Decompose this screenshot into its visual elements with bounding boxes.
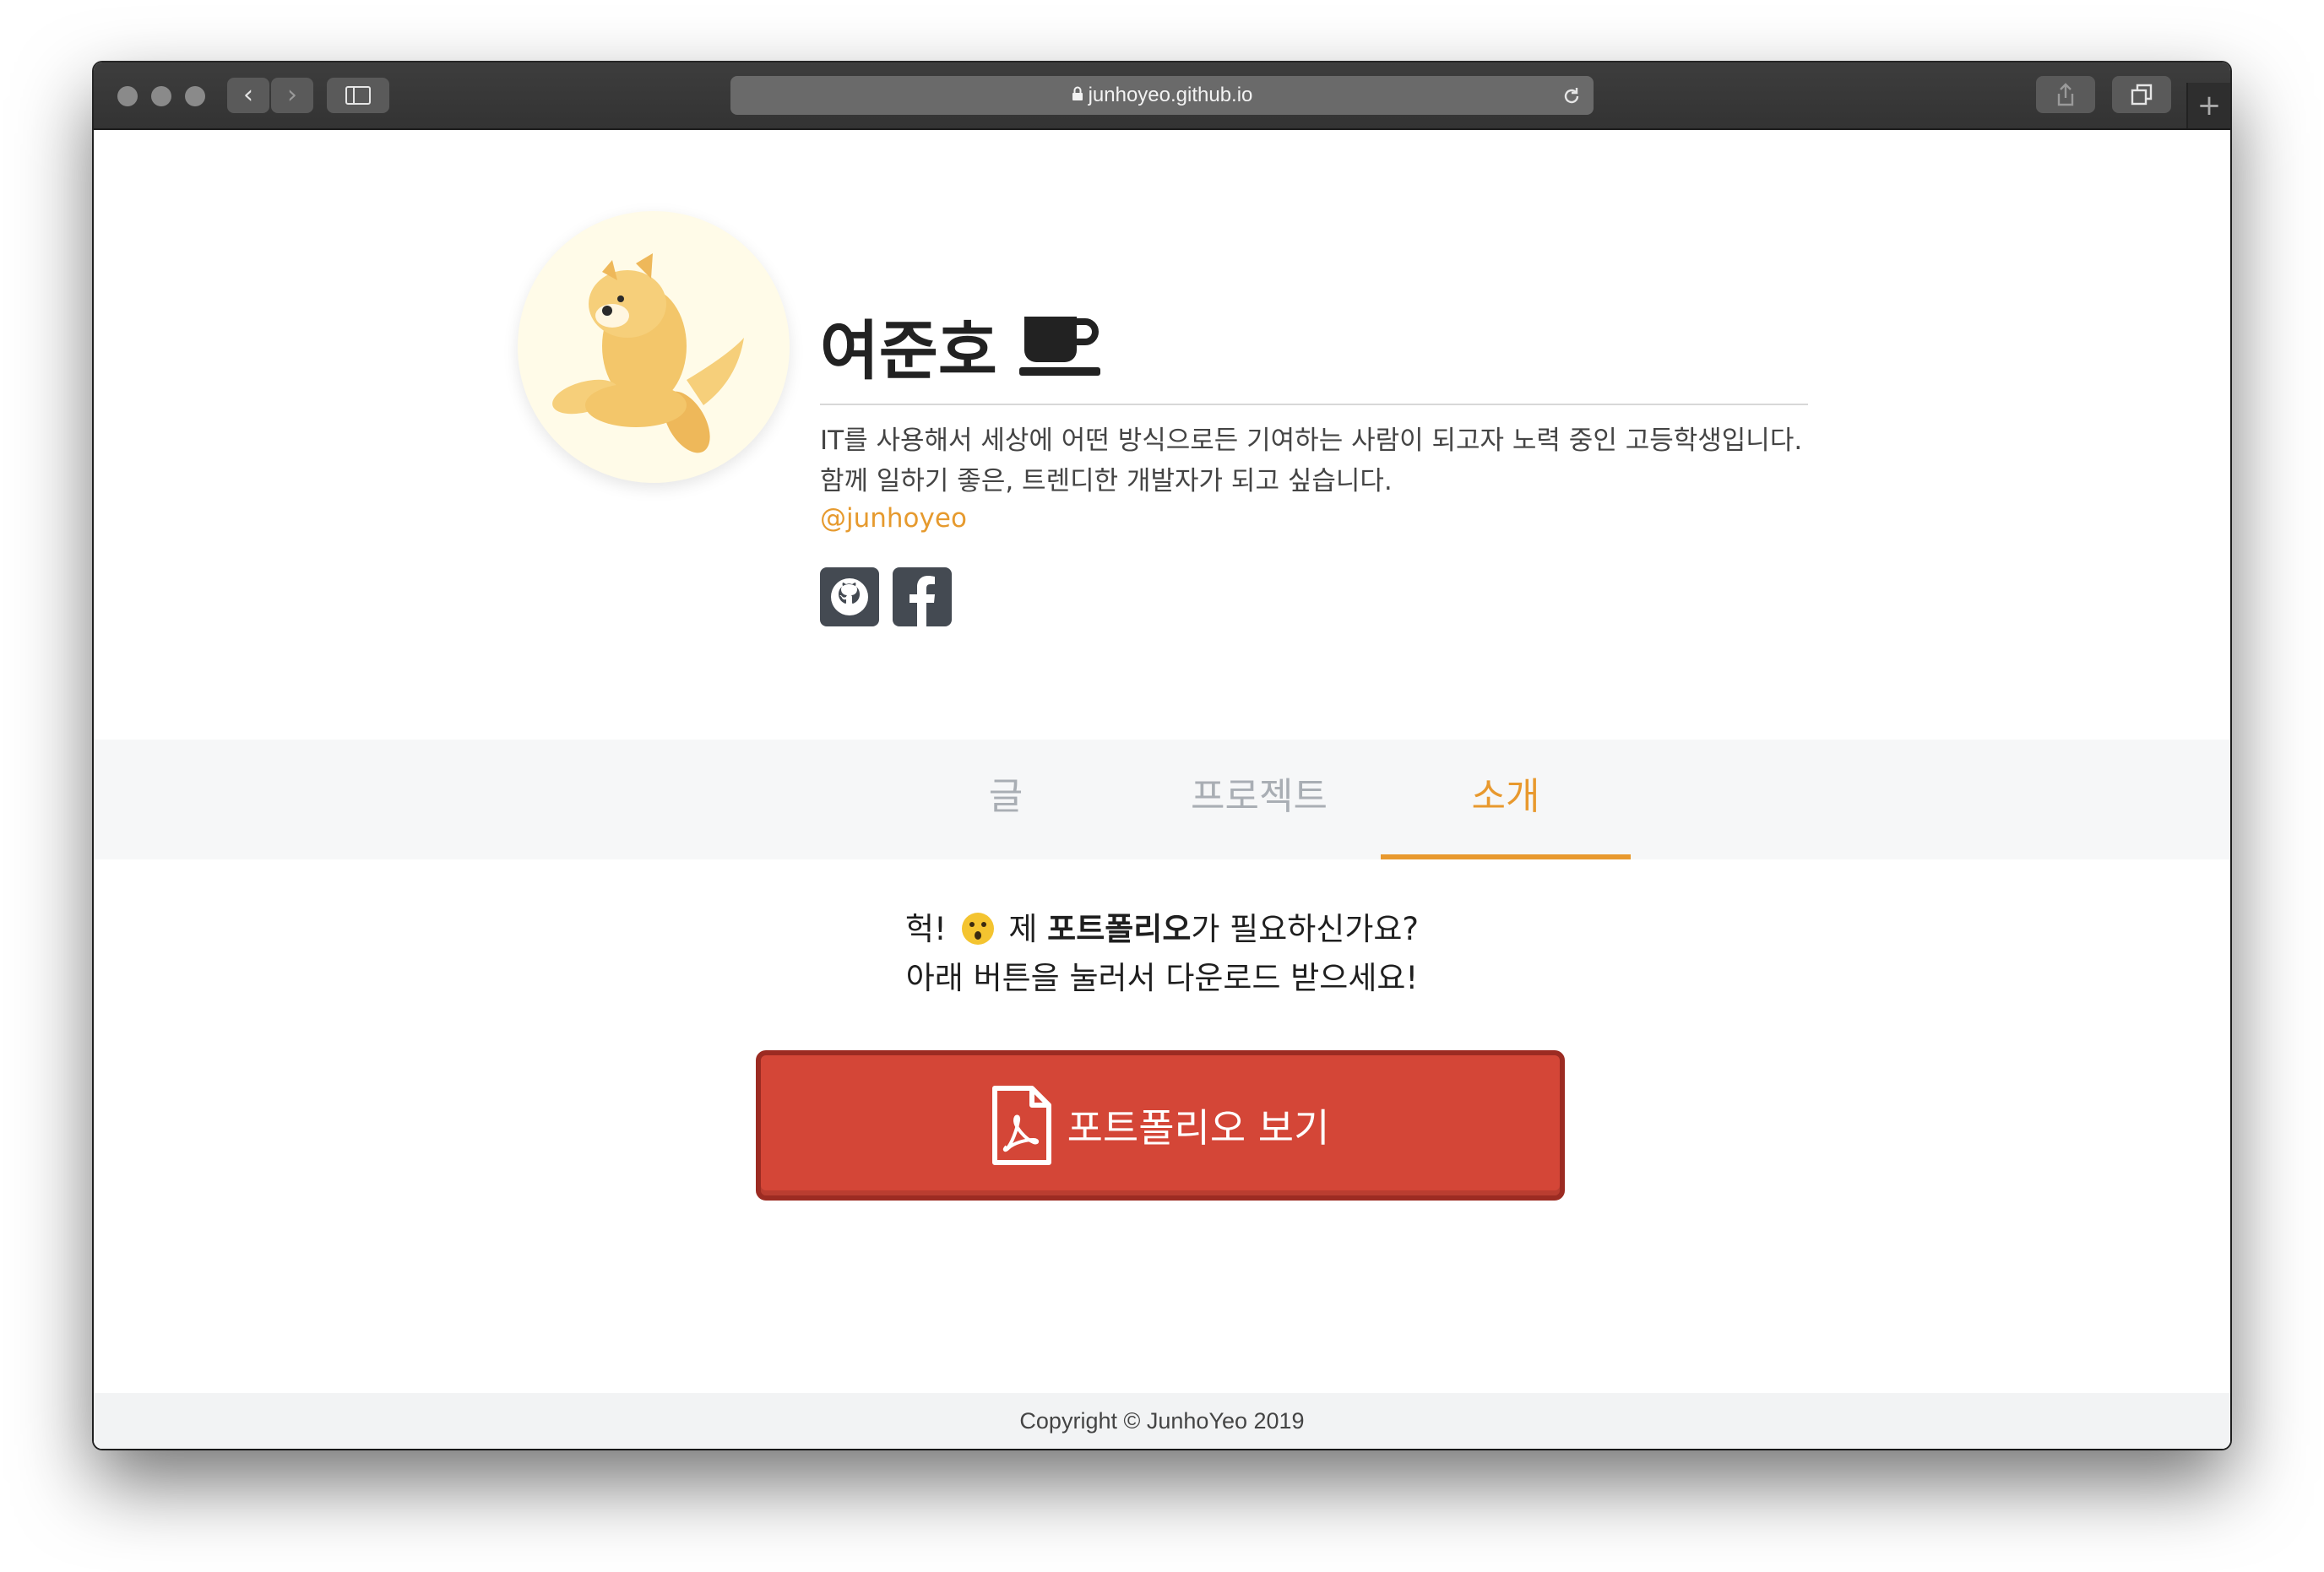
tabs-icon	[2131, 84, 2153, 106]
forward-button[interactable]: ›	[271, 78, 313, 113]
intro-exclaim: 헉!	[904, 911, 947, 947]
intro-bold-portfolio: 포트폴리오	[1047, 911, 1192, 947]
new-tab-button[interactable]: +	[2186, 83, 2230, 128]
footer: Copyright © JunhoYeo 2019	[94, 1393, 2230, 1449]
tab-bar: 글 프로젝트 소개	[94, 740, 2230, 859]
close-window-button[interactable]	[117, 86, 138, 106]
github-icon	[831, 578, 868, 615]
portfolio-intro: 헉! 제 포트폴리오가 필요하신가요? 아래 버튼을 눌러서 다운로드 받으세요…	[94, 905, 2230, 1003]
tab-posts[interactable]: 글	[947, 740, 1065, 859]
intro-word: 제	[1008, 911, 1038, 947]
intro-question: 가 필요하신가요?	[1191, 911, 1420, 947]
intro-line-1: 헉! 제 포트폴리오가 필요하신가요?	[94, 905, 2230, 954]
share-button[interactable]	[2036, 76, 2095, 113]
lock-icon	[1072, 76, 1083, 115]
bio-line-1: IT를 사용해서 세상에 어떤 방식으로든 기여하는 사람이 되고자 노력 중인…	[820, 426, 1803, 456]
profile-bio: IT를 사용해서 세상에 어떤 방식으로든 기여하는 사람이 되고자 노력 중인…	[820, 420, 1833, 501]
bio-line-2: 함께 일하기 좋은, 트렌디한 개발자가 되고 싶습니다.	[820, 466, 1393, 496]
avatar	[518, 211, 790, 483]
zoom-window-button[interactable]	[185, 86, 205, 106]
browser-window: ‹ › junhoyeo.github.io + 여준호 IT를 사용해서 세상…	[94, 62, 2230, 1449]
social-links	[820, 567, 952, 626]
back-button[interactable]: ‹	[227, 78, 269, 113]
github-link[interactable]	[820, 567, 879, 626]
share-icon	[2057, 83, 2074, 106]
address-bar[interactable]: junhoyeo.github.io	[730, 76, 1594, 115]
coffee-cup-icon	[1018, 317, 1100, 376]
sidebar-toggle-button[interactable]	[327, 78, 389, 113]
pdf-file-icon	[991, 1086, 1051, 1165]
reload-icon[interactable]	[1561, 76, 1582, 115]
page-content: 여준호 IT를 사용해서 세상에 어떤 방식으로든 기여하는 사람이 되고자 노…	[94, 130, 2230, 1449]
intro-line-2: 아래 버튼을 눌러서 다운로드 받으세요!	[905, 960, 1419, 996]
astonished-face-icon	[961, 913, 994, 945]
view-portfolio-button[interactable]: 포트폴리오 보기	[756, 1050, 1565, 1201]
minimize-window-button[interactable]	[151, 86, 171, 106]
browser-toolbar: ‹ › junhoyeo.github.io +	[94, 62, 2230, 130]
facebook-link[interactable]	[893, 567, 952, 626]
profile-handle-link[interactable]: @junhoyeo	[820, 503, 967, 534]
copyright-text: Copyright © JunhoYeo 2019	[1019, 1408, 1305, 1434]
profile-divider	[820, 404, 1808, 405]
facebook-icon	[910, 576, 935, 626]
sidebar-icon	[345, 86, 371, 105]
tab-projects[interactable]: 프로젝트	[1132, 740, 1386, 859]
url-text: junhoyeo.github.io	[1088, 84, 1253, 106]
shiba-dog-illustration	[552, 253, 744, 453]
profile-name-text: 여준호	[820, 313, 997, 388]
tab-about[interactable]: 소개	[1381, 740, 1631, 859]
view-portfolio-label: 포트폴리오 보기	[1067, 1105, 1330, 1151]
tabs-overview-button[interactable]	[2112, 76, 2171, 113]
profile-name: 여준호	[820, 299, 1100, 392]
